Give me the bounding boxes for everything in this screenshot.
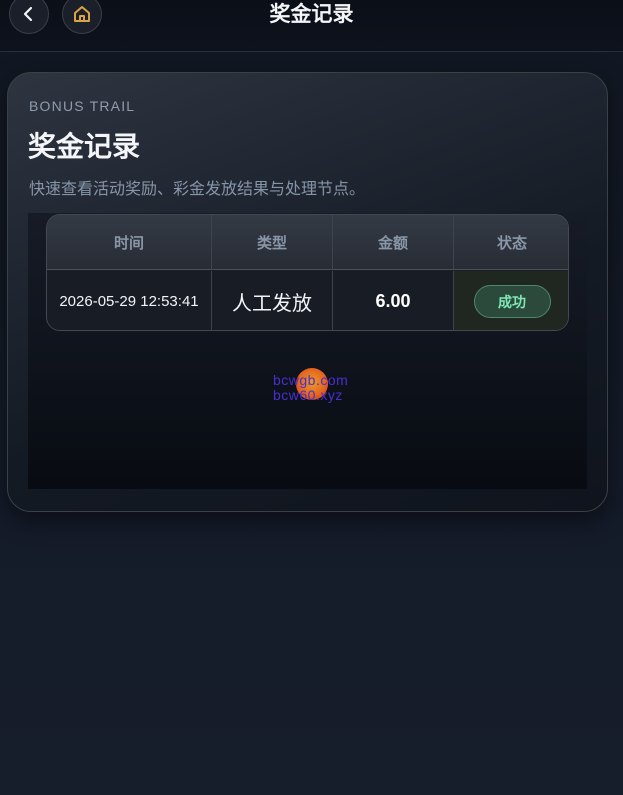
page-title: 奖金记录 (269, 2, 354, 26)
column-header-type: 类型 (212, 215, 333, 269)
cell-amount: 6.00 (333, 271, 454, 330)
column-header-status: 状态 (496, 233, 527, 252)
cell-status: 成功 (454, 271, 568, 330)
bonus-table: 时间 类型 金额 状态 2026-05-29 12:53:41 人工发放 6.0… (46, 214, 569, 331)
table-header: 时间 类型 金额 状态 (47, 215, 568, 270)
column-header-amount: 金额 (333, 215, 454, 269)
bonus-card: BONUS TRAIL 奖金记录 快速查看活动奖励、彩金发放结果与处理节点。 时… (7, 72, 608, 512)
column-header-time: 时间 (47, 215, 212, 269)
cell-type: 人工发放 (212, 271, 333, 330)
watermark: bcwgb.com bcw60.xyz (265, 368, 365, 404)
watermark-line-1: bcwgb.com (273, 372, 349, 388)
status-badge: 成功 (473, 285, 551, 318)
section-eyebrow: BONUS TRAIL (29, 98, 136, 114)
cell-time: 2026-05-29 12:53:41 (47, 271, 212, 330)
table-row[interactable]: 2026-05-29 12:53:41 人工发放 6.00 成功 (47, 271, 568, 330)
table-area: 时间 类型 金额 状态 2026-05-29 12:53:41 人工发放 6.0… (28, 213, 587, 489)
card-title: 奖金记录 (28, 130, 141, 163)
card-description: 快速查看活动奖励、彩金发放结果与处理节点。 (29, 179, 366, 198)
watermark-line-2: bcw60.xyz (273, 387, 343, 403)
top-bar: 奖金记录 (0, 0, 623, 52)
